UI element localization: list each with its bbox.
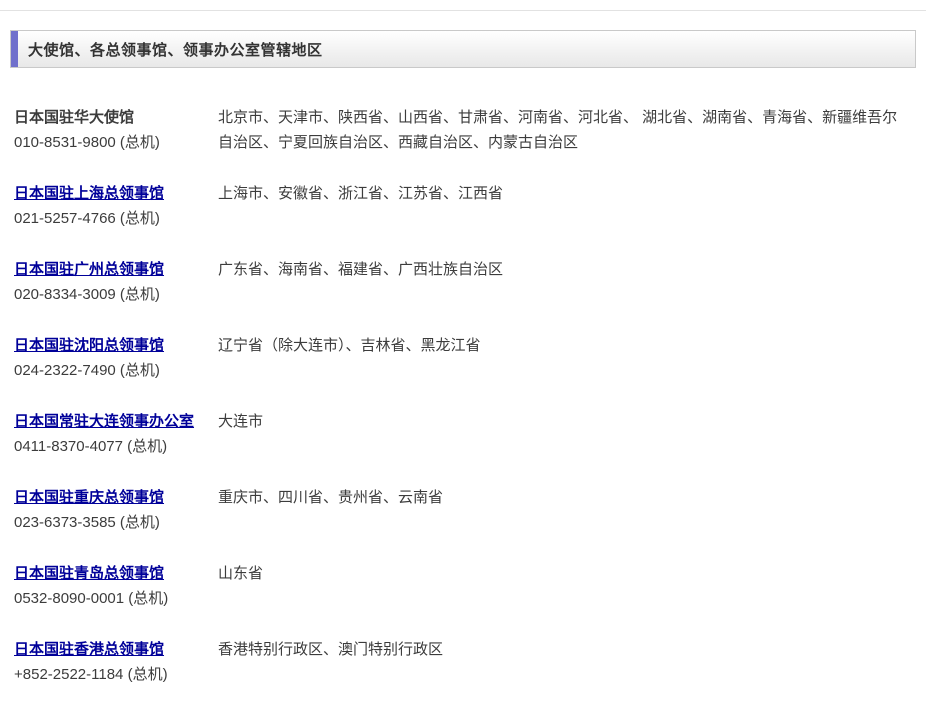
consulate-left-col: 日本国驻重庆总领事馆 023-6373-3585 (总机) [14,485,218,535]
consulate-entry: 日本国驻华大使馆 010-8531-9800 (总机) 北京市、天津市、陕西省、… [14,105,908,155]
consulate-entry: 日本国驻香港总领事馆 +852-2522-1184 (总机) 香港特别行政区、澳… [14,637,908,687]
consulate-left-col: 日本国驻广州总领事馆 020-8334-3009 (总机) [14,257,218,307]
consulate-left-col: 日本国驻华大使馆 010-8531-9800 (总机) [14,105,218,155]
section-header: 大使馆、各总领事馆、领事办公室管辖地区 [10,30,916,68]
consulate-regions: 大连市 [218,409,908,434]
consulate-phone: 024-2322-7490 (总机) [14,358,218,383]
page: 大使馆、各总领事馆、领事办公室管辖地区 日本国驻华大使馆 010-8531-98… [0,0,926,719]
consulate-name-link[interactable]: 日本国常驻大连领事办公室 [14,409,218,434]
consulate-entry: 日本国常驻大连领事办公室 0411-8370-4077 (总机) 大连市 [14,409,908,459]
consulate-phone: 023-6373-3585 (总机) [14,510,218,535]
consulate-entry: 日本国驻青岛总领事馆 0532-8090-0001 (总机) 山东省 [14,561,908,611]
consulate-phone: 0411-8370-4077 (总机) [14,434,218,459]
consulate-regions: 重庆市、四川省、贵州省、云南省 [218,485,908,510]
consulate-name-link[interactable]: 日本国驻香港总领事馆 [14,637,218,662]
consulate-phone: 0532-8090-0001 (总机) [14,586,218,611]
consulate-phone: 021-5257-4766 (总机) [14,206,218,231]
consulate-entry: 日本国驻上海总领事馆 021-5257-4766 (总机) 上海市、安徽省、浙江… [14,181,908,231]
consulate-regions: 辽宁省（除大连市）、吉林省、黑龙江省 [218,333,908,358]
consulate-left-col: 日本国驻青岛总领事馆 0532-8090-0001 (总机) [14,561,218,611]
consulate-name: 日本国驻华大使馆 [14,105,218,130]
section-title: 大使馆、各总领事馆、领事办公室管辖地区 [28,39,323,60]
consulate-entry: 日本国驻广州总领事馆 020-8334-3009 (总机) 广东省、海南省、福建… [14,257,908,307]
consulate-name-link[interactable]: 日本国驻重庆总领事馆 [14,485,218,510]
consulate-phone: 020-8334-3009 (总机) [14,282,218,307]
consulate-left-col: 日本国驻香港总领事馆 +852-2522-1184 (总机) [14,637,218,687]
consulate-left-col: 日本国常驻大连领事办公室 0411-8370-4077 (总机) [14,409,218,459]
consulate-name-link[interactable]: 日本国驻广州总领事馆 [14,257,218,282]
consulate-regions: 山东省 [218,561,908,586]
consulate-entry: 日本国驻沈阳总领事馆 024-2322-7490 (总机) 辽宁省（除大连市）、… [14,333,908,383]
consulate-regions: 北京市、天津市、陕西省、山西省、甘肃省、河南省、河北省、 湖北省、湖南省、青海省… [218,105,908,155]
consulate-name-link[interactable]: 日本国驻青岛总领事馆 [14,561,218,586]
consulate-list: 日本国驻华大使馆 010-8531-9800 (总机) 北京市、天津市、陕西省、… [14,105,908,687]
consulate-regions: 香港特别行政区、澳门特别行政区 [218,637,908,662]
consulate-entry: 日本国驻重庆总领事馆 023-6373-3585 (总机) 重庆市、四川省、贵州… [14,485,908,535]
consulate-phone: 010-8531-9800 (总机) [14,130,218,155]
top-divider [0,10,926,11]
accent-bar [11,31,18,67]
consulate-name-link[interactable]: 日本国驻沈阳总领事馆 [14,333,218,358]
consulate-left-col: 日本国驻上海总领事馆 021-5257-4766 (总机) [14,181,218,231]
consulate-phone: +852-2522-1184 (总机) [14,662,218,687]
consulate-regions: 广东省、海南省、福建省、广西壮族自治区 [218,257,908,282]
consulate-left-col: 日本国驻沈阳总领事馆 024-2322-7490 (总机) [14,333,218,383]
consulate-name-link[interactable]: 日本国驻上海总领事馆 [14,181,218,206]
consulate-regions: 上海市、安徽省、浙江省、江苏省、江西省 [218,181,908,206]
